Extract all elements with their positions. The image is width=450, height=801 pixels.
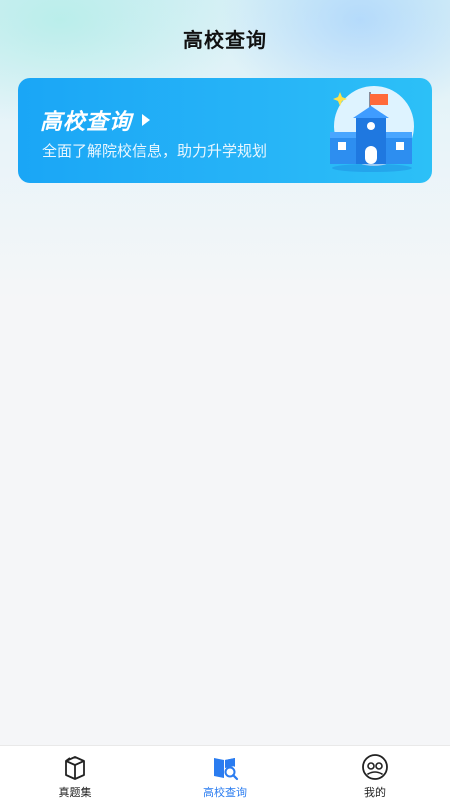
tab-label: 真题集: [58, 786, 92, 799]
banner-title-row: 高校查询: [40, 104, 151, 136]
school-search-icon: [214, 758, 239, 781]
tab-question-bank[interactable]: 真题集: [0, 746, 150, 801]
school-building-illustration: [330, 86, 414, 172]
profile-icon: [362, 754, 388, 780]
header: 高校查询: [0, 0, 450, 76]
box-book-icon: [65, 756, 85, 780]
tab-label: 高校查询: [203, 786, 247, 799]
play-arrow-icon: [142, 114, 151, 126]
bottom-tab-bar: 真题集 高校查询 我的: [0, 745, 450, 801]
banner-title: 高校查询: [40, 110, 133, 135]
school-query-banner[interactable]: 高校查询 全面了解院校信息，助力升学规划: [18, 78, 432, 183]
banner-subtitle: 全面了解院校信息，助力升学规划: [42, 142, 268, 160]
tab-mine[interactable]: 我的: [300, 746, 450, 801]
tab-label: 我的: [364, 786, 386, 799]
page-title: 高校查询: [183, 27, 267, 52]
tab-school-query[interactable]: 高校查询: [150, 746, 300, 801]
